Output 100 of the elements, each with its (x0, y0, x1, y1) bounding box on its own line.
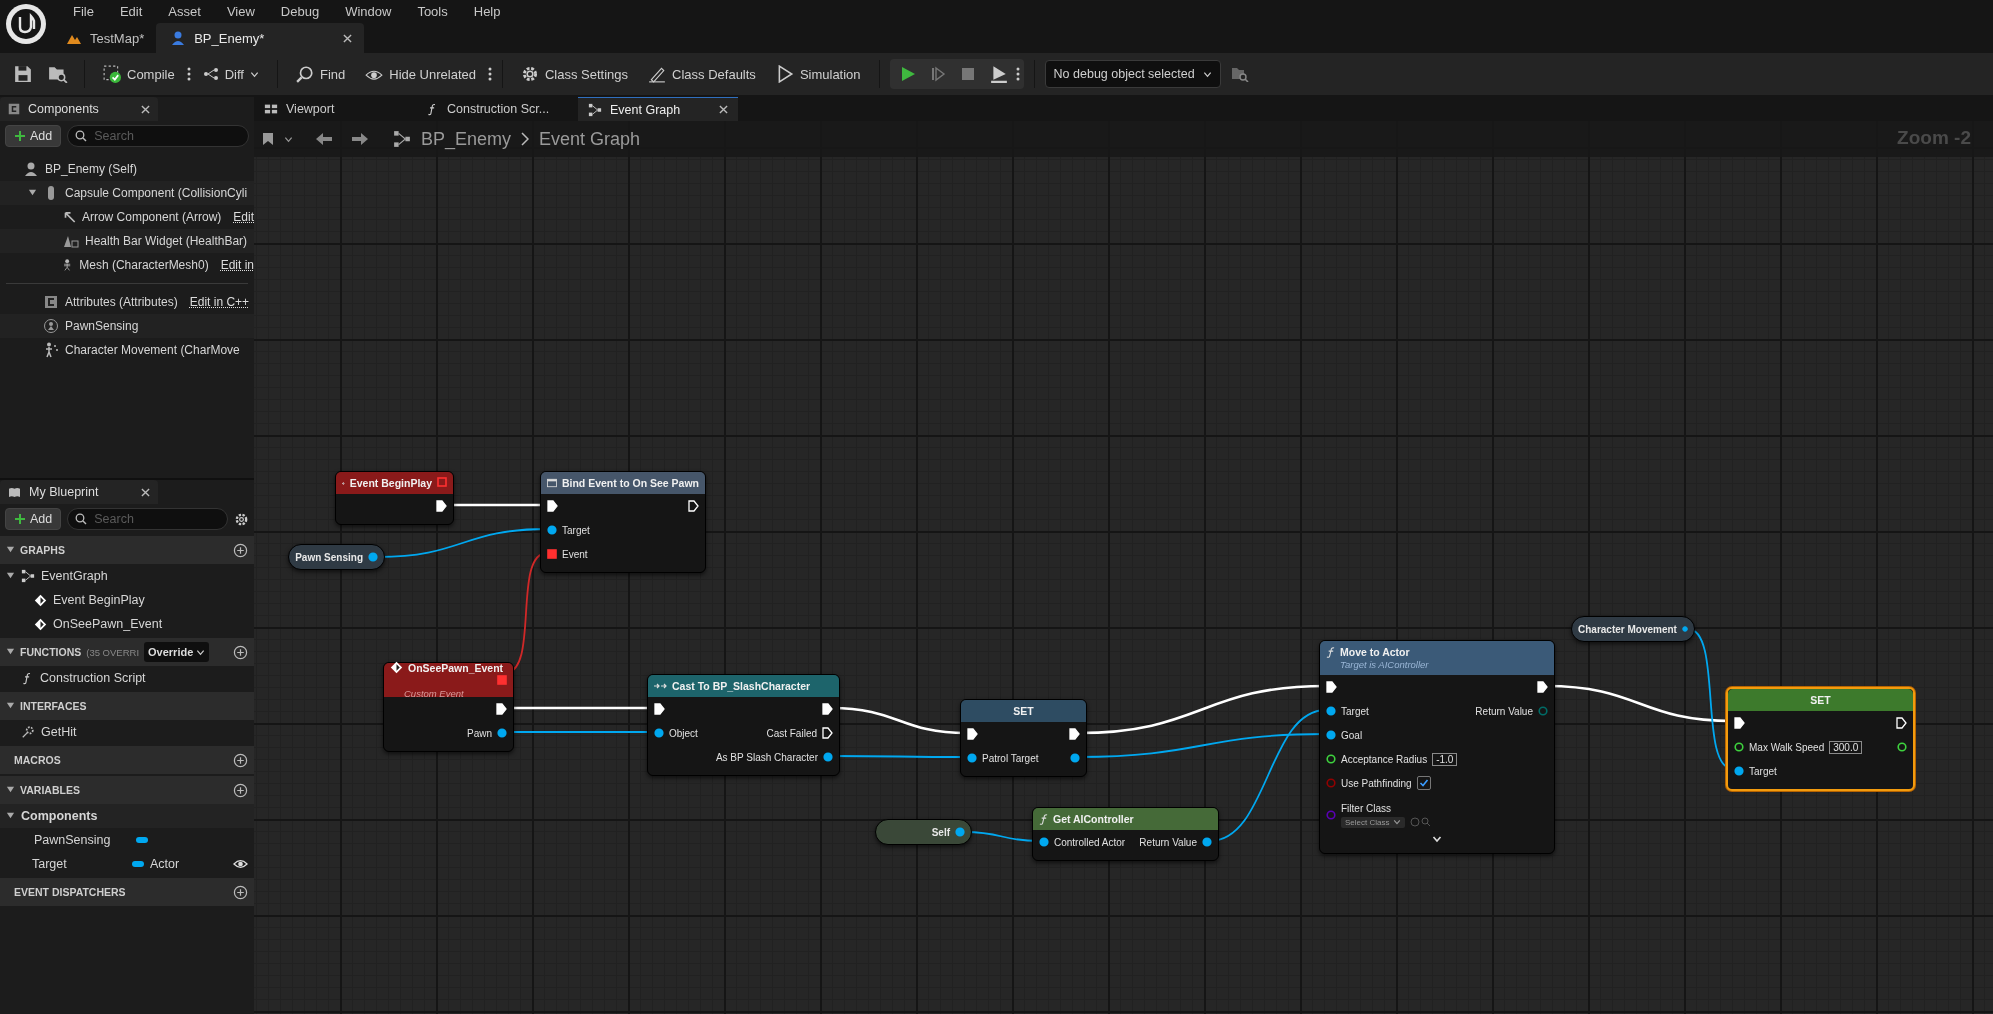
add-icon[interactable] (233, 782, 248, 798)
data-pin[interactable] (1039, 837, 1049, 847)
toolbar-button[interactable]: Find (287, 61, 354, 87)
exec-pin[interactable] (1326, 681, 1337, 693)
expanded-arrow-icon[interactable] (6, 785, 15, 794)
component-row[interactable]: Arrow Component (Arrow) Edit (0, 205, 254, 229)
data-pin[interactable] (497, 728, 507, 738)
add-button[interactable]: Add (5, 508, 62, 530)
blueprint-item[interactable]: Construction Script (0, 666, 254, 690)
edit-link[interactable]: Edit (233, 210, 254, 224)
menu-item[interactable]: Window (332, 3, 405, 19)
expand-chevron-icon[interactable] (1432, 835, 1442, 843)
blueprint-item[interactable]: Target Actor (0, 852, 254, 876)
override-dropdown[interactable]: Override (144, 642, 210, 662)
exec-pin[interactable] (1734, 717, 1745, 729)
data-pin[interactable] (1734, 766, 1744, 776)
more-icon[interactable] (1015, 66, 1020, 82)
blueprint-item[interactable]: Event BeginPlay (0, 588, 254, 612)
expanded-arrow-icon[interactable] (6, 701, 15, 710)
panel-tab[interactable]: My Blueprint (0, 480, 158, 504)
graph-node[interactable]: Bind Event to On See Pawn Target Event (540, 471, 706, 573)
component-row[interactable]: PawnSensing (0, 314, 254, 338)
more-icon[interactable] (487, 66, 492, 82)
expanded-arrow-icon[interactable] (6, 571, 15, 580)
section-header[interactable]: GRAPHS (0, 536, 254, 564)
class-dropdown[interactable]: Select Class (1341, 816, 1406, 828)
graph-node[interactable]: Cast To BP_SlashCharacter Object Cast Failed As BP Slash Character (647, 674, 840, 776)
menu-item[interactable]: Debug (267, 3, 333, 19)
section-header[interactable]: MACROS (0, 746, 254, 774)
close-icon[interactable] (343, 33, 353, 43)
exec-pin[interactable] (822, 727, 833, 739)
component-row[interactable]: Capsule Component (CollisionCyli (0, 181, 254, 205)
graph-tab[interactable]: Event Graph (578, 97, 738, 121)
value-field[interactable]: -1.0 (1432, 752, 1458, 766)
add-button[interactable]: Add (5, 125, 62, 147)
exec-pin[interactable] (1069, 728, 1080, 740)
data-pin[interactable] (654, 728, 664, 738)
blueprint-item[interactable]: EventGraph (0, 564, 254, 588)
checkbox[interactable] (1416, 776, 1431, 790)
document-tab[interactable]: BP_Enemy* (156, 23, 365, 53)
data-pin[interactable] (1070, 753, 1080, 763)
graph-node[interactable]: OnSeePawn_Event Custom Event Pawn (383, 662, 514, 752)
document-tab[interactable]: TestMap* (52, 23, 157, 53)
data-pin[interactable] (967, 753, 977, 763)
bookmark-icon[interactable] (262, 132, 274, 146)
data-pin[interactable] (547, 525, 557, 535)
panel-tab[interactable]: Components (0, 97, 158, 121)
edit-link[interactable]: Edit in (220, 258, 254, 272)
exec-pin[interactable] (967, 728, 978, 740)
debug-object-dropdown[interactable]: No debug object selected (1044, 60, 1221, 88)
variable-node[interactable]: Character Movement (1571, 616, 1695, 642)
expanded-arrow-icon[interactable] (28, 188, 37, 197)
breadcrumb-link[interactable]: BP_Enemy (421, 128, 512, 150)
value-field[interactable]: 300.0 (1829, 740, 1863, 754)
add-icon[interactable] (233, 752, 248, 768)
eye-icon[interactable] (233, 858, 248, 870)
graph-tab[interactable]: Viewport (254, 97, 414, 121)
menu-item[interactable]: Asset (155, 3, 214, 19)
exec-pin[interactable] (654, 703, 665, 715)
category-row[interactable]: Components (0, 804, 254, 828)
close-icon[interactable] (719, 105, 728, 114)
menu-item[interactable]: View (213, 3, 268, 19)
graph-node[interactable]: Move to Actor Target is AIController Target Return Value Goal Acceptance Radius -1.0 Use Pathfinding Filter Class Select Class (1319, 640, 1555, 854)
add-icon[interactable] (233, 884, 248, 900)
component-row[interactable]: BP_Enemy (Self) (0, 157, 254, 181)
toolbar-button[interactable]: Class Settings (512, 61, 637, 87)
data-pin[interactable] (1681, 624, 1688, 634)
component-row[interactable]: Attributes (Attributes) Edit in C++ (0, 290, 254, 314)
exec-pin[interactable] (547, 500, 558, 512)
toolbar-button[interactable]: Diff (194, 62, 267, 86)
back-arrow-icon[interactable] (315, 132, 333, 146)
toolbar-button[interactable]: Hide Unrelated (357, 61, 484, 87)
graph-node[interactable]: SET Max Walk Speed 300.0 Target (1726, 687, 1915, 791)
blueprint-item[interactable]: OnSeePawn_Event (0, 612, 254, 636)
breadcrumb-link[interactable]: Event Graph (539, 128, 641, 150)
more-icon[interactable] (186, 66, 191, 82)
section-header[interactable]: INTERFACES (0, 692, 254, 720)
data-pin[interactable] (368, 552, 378, 562)
search-field[interactable]: Search (67, 125, 249, 147)
exec-pin[interactable] (436, 500, 447, 512)
graph-node[interactable]: Event BeginPlay (335, 471, 454, 525)
variable-node[interactable]: Pawn Sensing (288, 544, 385, 570)
data-pin[interactable] (823, 752, 833, 762)
section-header[interactable]: EVENT DISPATCHERS (0, 878, 254, 906)
expanded-arrow-icon[interactable] (6, 811, 15, 820)
blueprint-item[interactable]: PawnSensing (0, 828, 254, 852)
section-header[interactable]: VARIABLES (0, 776, 254, 804)
toolbar-button[interactable]: Class Defaults (640, 61, 764, 87)
component-row[interactable]: Mesh (CharacterMesh0) Edit in (0, 253, 254, 277)
expanded-arrow-icon[interactable] (6, 545, 15, 554)
toolbar-button[interactable]: Compile (95, 61, 183, 87)
graph-tab[interactable]: Construction Scr... (416, 97, 576, 121)
data-pin[interactable] (1326, 730, 1336, 740)
menu-item[interactable]: Tools (404, 3, 461, 19)
data-pin[interactable] (1202, 837, 1212, 847)
exec-pin[interactable] (1537, 681, 1548, 693)
menu-item[interactable]: Edit (106, 3, 156, 19)
component-row[interactable]: Health Bar Widget (HealthBar) (0, 229, 254, 253)
data-pin[interactable] (1897, 742, 1907, 752)
edit-link[interactable]: Edit in C++ (189, 295, 250, 309)
